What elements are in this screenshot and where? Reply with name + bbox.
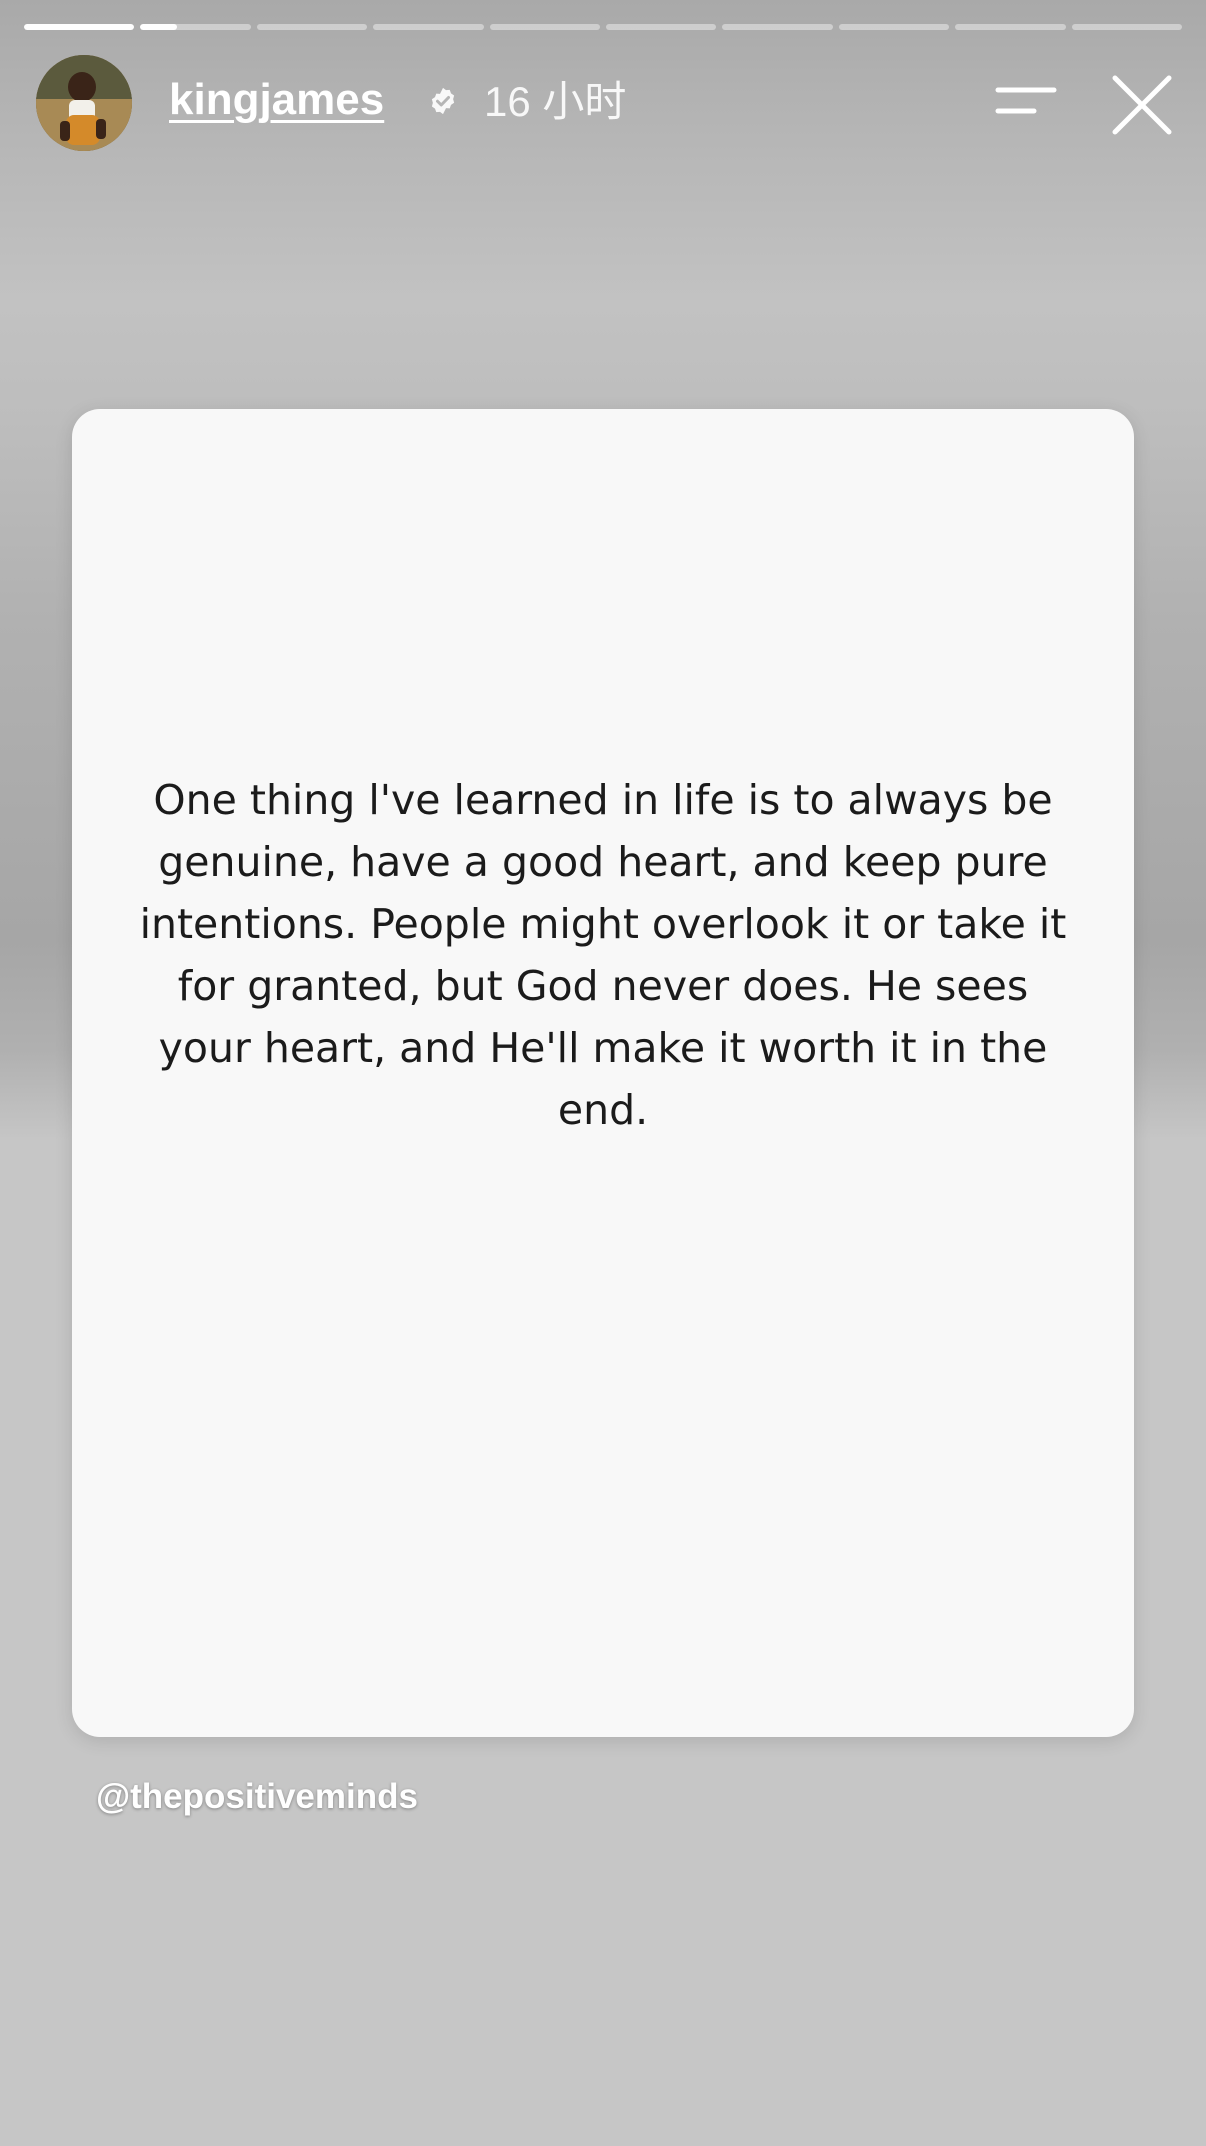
story-progress-segment (373, 24, 484, 30)
menu-button[interactable] (994, 77, 1064, 127)
story-progress-segment (1071, 24, 1183, 30)
story-progress-segment (838, 24, 950, 30)
story-progress-fill (140, 24, 177, 30)
close-icon (1112, 75, 1172, 135)
profile-avatar[interactable] (36, 55, 132, 151)
avatar-photo (36, 55, 132, 151)
story-progress-segment (140, 24, 251, 30)
quote-text: One thing l've learned in life is to alw… (139, 776, 1067, 1134)
story-progress-segment (24, 24, 135, 30)
story-progress-bar (24, 24, 1183, 30)
story-progress-segment (256, 24, 368, 30)
story-progress-segment (489, 24, 601, 30)
story-progress-segment (955, 24, 1066, 30)
username-link[interactable]: kingjames (169, 75, 384, 125)
post-time: 16 小时 (484, 78, 627, 125)
story-progress-segment (722, 24, 833, 30)
story-viewer[interactable]: kingjames 16 小时 One thing l've learned i… (0, 0, 1206, 2146)
verified-badge-icon (431, 87, 455, 115)
story-progress-fill (24, 24, 135, 30)
close-button[interactable] (1110, 73, 1174, 137)
story-progress-segment (606, 24, 717, 30)
menu-icon (995, 87, 1057, 114)
quote-card: One thing l've learned in life is to alw… (72, 409, 1134, 1737)
story-header: kingjames 16 小时 (36, 55, 1182, 151)
mention-sticker[interactable]: @thepositiveminds (96, 1777, 418, 1817)
